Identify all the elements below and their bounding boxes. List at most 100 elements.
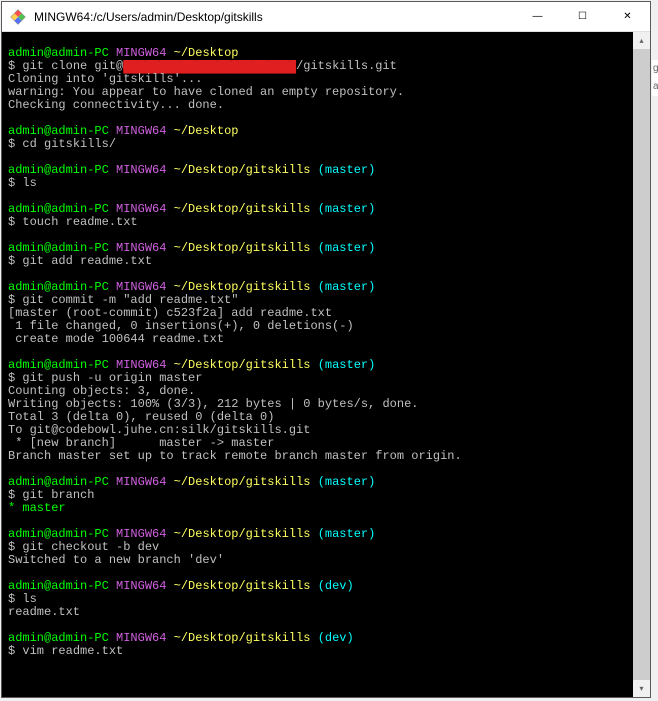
cmd-push: git push -u origin master [22, 371, 202, 385]
terminal-window: MINGW64:/c/Users/admin/Desktop/gitskills… [1, 1, 651, 698]
prompt-user: admin@admin-PC [8, 241, 109, 255]
prompt-branch: (master) [318, 280, 376, 294]
prompt-user: admin@admin-PC [8, 280, 109, 294]
cmd-ls2: ls [22, 592, 36, 606]
prompt-dollar: $ [8, 215, 22, 229]
cmd-clone-post: /gitskills.git [296, 59, 397, 73]
minimize-button[interactable]: — [515, 2, 560, 31]
terminal-area: admin@admin-PC MINGW64 ~/Desktop $ git c… [2, 32, 650, 697]
prompt-path: ~/Desktop/gitskills [174, 202, 311, 216]
blank-line [8, 267, 15, 281]
prompt-path: ~/Desktop/gitskills [174, 631, 311, 645]
prompt-branch: (master) [318, 527, 376, 541]
maximize-button[interactable]: ☐ [560, 2, 605, 31]
prompt-path: ~/Desktop/gitskills [174, 358, 311, 372]
out-check: Checking connectivity... done. [8, 98, 224, 112]
prompt-branch: (master) [318, 241, 376, 255]
cmd-commit: git commit -m "add readme.txt" [22, 293, 238, 307]
blank-line [8, 462, 15, 476]
cmd-touch: touch readme.txt [22, 215, 137, 229]
prompt-env: MINGW64 [116, 631, 166, 645]
prompt-path: ~/Desktop [174, 124, 239, 138]
prompt-dollar: $ [8, 371, 22, 385]
mingw-icon [10, 9, 26, 25]
prompt-user: admin@admin-PC [8, 579, 109, 593]
prompt-path: ~/Desktop/gitskills [174, 527, 311, 541]
out-ls: readme.txt [8, 605, 80, 619]
blank-line [8, 111, 15, 125]
prompt-dollar: $ [8, 488, 22, 502]
cmd-clone-pre: git clone git@ [22, 59, 123, 73]
titlebar[interactable]: MINGW64:/c/Users/admin/Desktop/gitskills… [2, 2, 650, 32]
prompt-env: MINGW64 [116, 202, 166, 216]
blank-line [8, 345, 15, 359]
blank-line [8, 189, 15, 203]
prompt-env: MINGW64 [116, 579, 166, 593]
prompt-env: MINGW64 [116, 241, 166, 255]
out-warn: warning: You appear to have cloned an em… [8, 85, 404, 99]
prompt-dollar: $ [8, 59, 22, 73]
out-push3: Total 3 (delta 0), reused 0 (delta 0) [8, 410, 274, 424]
cmd-cd: cd gitskills/ [22, 137, 116, 151]
out-commit1: [master (root-commit) c523f2a] add readm… [8, 306, 332, 320]
cmd-vim: vim readme.txt [22, 644, 123, 658]
prompt-path: ~/Desktop [174, 46, 239, 60]
prompt-path: ~/Desktop/gitskills [174, 579, 311, 593]
prompt-user: admin@admin-PC [8, 202, 109, 216]
prompt-dollar: $ [8, 540, 22, 554]
window-controls: — ☐ ✕ [515, 2, 650, 31]
blank-line [8, 228, 15, 242]
out-branch-star: * [8, 501, 22, 515]
scroll-thumb[interactable] [633, 49, 650, 680]
scroll-up-button[interactable]: ▴ [633, 32, 650, 49]
out-commit3: create mode 100644 readme.txt [8, 332, 224, 346]
prompt-user: admin@admin-PC [8, 475, 109, 489]
out-push6: Branch master set up to track remote bra… [8, 449, 462, 463]
prompt-branch: (master) [318, 202, 376, 216]
prompt-user: admin@admin-PC [8, 46, 109, 60]
prompt-branch: (dev) [318, 579, 354, 593]
prompt-env: MINGW64 [116, 527, 166, 541]
blank-line [8, 514, 15, 528]
prompt-branch: (dev) [318, 631, 354, 645]
prompt-env: MINGW64 [116, 163, 166, 177]
prompt-user: admin@admin-PC [8, 527, 109, 541]
prompt-branch: (master) [318, 475, 376, 489]
cmd-branch: git branch [22, 488, 94, 502]
out-branch-name: master [22, 501, 65, 515]
prompt-branch: (master) [318, 358, 376, 372]
scroll-down-button[interactable]: ▾ [633, 680, 650, 697]
cmd-ls: ls [22, 176, 36, 190]
prompt-path: ~/Desktop/gitskills [174, 475, 311, 489]
out-push5: * [new branch] master -> master [8, 436, 274, 450]
prompt-path: ~/Desktop/gitskills [174, 163, 311, 177]
blank-line [8, 618, 15, 632]
scrollbar[interactable]: ▴ ▾ [633, 32, 650, 697]
prompt-path: ~/Desktop/gitskills [174, 280, 311, 294]
out-commit2: 1 file changed, 0 insertions(+), 0 delet… [8, 319, 354, 333]
close-button[interactable]: ✕ [605, 2, 650, 31]
prompt-user: admin@admin-PC [8, 358, 109, 372]
out-cloning: Cloning into 'gitskills'... [8, 72, 202, 86]
prompt-env: MINGW64 [116, 358, 166, 372]
prompt-dollar: $ [8, 176, 22, 190]
terminal-output[interactable]: admin@admin-PC MINGW64 ~/Desktop $ git c… [2, 32, 633, 697]
prompt-branch: (master) [318, 163, 376, 177]
cmd-checkout: git checkout -b dev [22, 540, 159, 554]
prompt-user: admin@admin-PC [8, 163, 109, 177]
prompt-user: admin@admin-PC [8, 631, 109, 645]
prompt-env: MINGW64 [116, 475, 166, 489]
prompt-env: MINGW64 [116, 124, 166, 138]
side-strip: g a [652, 60, 658, 96]
prompt-env: MINGW64 [116, 280, 166, 294]
blank-line [8, 33, 15, 47]
out-push4: To git@codebowl.juhe.cn:silk/gitskills.g… [8, 423, 310, 437]
out-push1: Counting objects: 3, done. [8, 384, 195, 398]
prompt-env: MINGW64 [116, 46, 166, 60]
side-char-a: g [652, 60, 658, 78]
prompt-user: admin@admin-PC [8, 124, 109, 138]
prompt-dollar: $ [8, 137, 22, 151]
scroll-track[interactable] [633, 49, 650, 680]
blank-line [8, 566, 15, 580]
side-char-b: a [652, 78, 658, 96]
